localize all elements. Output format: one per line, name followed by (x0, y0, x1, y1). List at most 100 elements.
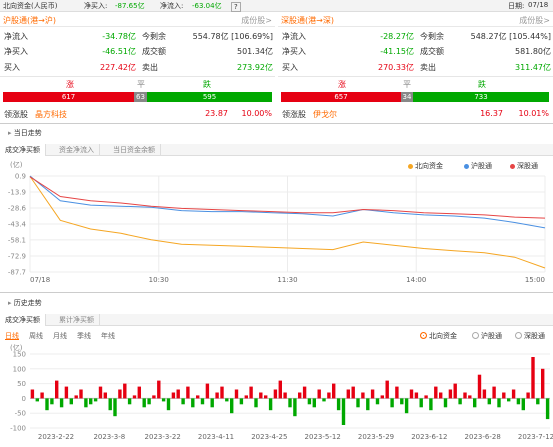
bar (536, 398, 540, 405)
sh-leader-name[interactable]: 晶方科技 (35, 109, 67, 120)
bar (30, 389, 35, 399)
legend-dot-icon (464, 163, 469, 169)
bar (332, 383, 336, 399)
x-tick-label: 2023-3-22 (145, 433, 181, 441)
x-tick-label: 10:30 (149, 276, 169, 284)
y-tick-label: -100 (10, 425, 26, 433)
bar (322, 398, 326, 402)
bar (278, 380, 282, 399)
bar (327, 392, 331, 399)
sh-sell-label: 卖出 (142, 63, 158, 72)
tab-history-cumulative[interactable]: 累计净买额 (54, 314, 100, 326)
sz-leader-pct: 10.01% (518, 109, 549, 118)
bar (477, 374, 482, 399)
sh-down-label: 跌 (203, 80, 211, 89)
bar (463, 392, 467, 399)
bar (89, 398, 93, 405)
period-weekly[interactable]: 周线 (29, 331, 43, 341)
history-tabs: 成交净买额 累计净买额 (0, 314, 553, 326)
bar (395, 386, 399, 399)
bar (186, 386, 190, 399)
sz-constituents-link[interactable]: 成份股> (519, 15, 550, 26)
sh-panel-title[interactable]: 沪股通(港→沪) (3, 15, 56, 26)
option-sh[interactable]: 沪股通 (472, 331, 502, 341)
intraday-tabs: 成交净买额 资金净流入 当日资金余额 (0, 144, 553, 156)
period-daily[interactable]: 日线 (5, 331, 19, 341)
bar (84, 398, 88, 408)
bar (298, 392, 302, 399)
sz-panel-title[interactable]: 深股通(港→深) (281, 15, 334, 26)
x-tick-label: 11:30 (277, 276, 297, 284)
bar (55, 380, 59, 399)
sz-remaining-value: 548.27亿 [105.44%] (470, 32, 551, 41)
x-tick-label: 2023-4-25 (251, 433, 287, 441)
bar (516, 398, 521, 405)
x-tick-label: 2023-6-28 (465, 433, 501, 441)
bar (434, 386, 438, 399)
period-yearly[interactable]: 年线 (101, 331, 115, 341)
bar (132, 395, 137, 399)
y-tick-label: -13.9 (8, 189, 26, 197)
period-monthly[interactable]: 月线 (53, 331, 67, 341)
sz-down-bar: 733 (413, 92, 549, 102)
bar (526, 392, 530, 399)
bar (453, 383, 457, 399)
option-north[interactable]: 北向资金 (420, 331, 457, 341)
sh-flat-label: 平 (137, 80, 145, 89)
sh-remaining-value: 554.78亿 [106.69%] (192, 32, 273, 41)
bar (302, 386, 307, 399)
period-quarterly[interactable]: 季线 (77, 331, 91, 341)
tab-balance[interactable]: 当日资金余额 (108, 144, 161, 156)
sz-up-label: 涨 (338, 80, 346, 89)
sh-sell-value: 273.92亿 (237, 63, 273, 72)
tab-net-buy[interactable]: 成交净买额 (0, 144, 46, 156)
bar (380, 395, 384, 399)
bar (288, 398, 292, 408)
bar (137, 386, 141, 399)
bar (79, 389, 83, 399)
tab-history-net-buy[interactable]: 成交净买额 (0, 314, 46, 326)
bar (50, 398, 54, 405)
bar (409, 389, 414, 399)
sz-leader-label: 领涨股 (282, 110, 306, 119)
radio-selected-icon (420, 332, 427, 339)
sz-sell-label: 卖出 (420, 63, 436, 72)
bar (157, 380, 161, 399)
x-tick-label: 2023-4-11 (198, 433, 234, 441)
bar (254, 398, 258, 408)
sz-panel-header: 深股通(港→深) 成份股> (278, 13, 553, 27)
bar (283, 392, 287, 399)
bar (419, 398, 423, 408)
y-tick-label: -43.4 (8, 221, 27, 229)
bar (273, 389, 278, 399)
bar (220, 386, 224, 399)
y-tick-label: -87.7 (8, 269, 26, 277)
sh-constituents-link[interactable]: 成份股> (241, 15, 272, 26)
bar (351, 386, 355, 399)
sh-buy-label: 买入 (4, 63, 20, 72)
bar (531, 357, 535, 399)
legend-dot-icon (408, 163, 413, 169)
sz-net-inflow-label: 净流入 (282, 32, 306, 41)
sh-leader-price: 23.87 (205, 109, 228, 118)
bar (404, 398, 409, 414)
bar (147, 398, 151, 405)
bar (161, 398, 166, 402)
net-buy-value: -87.65亿 (115, 2, 145, 10)
help-button[interactable]: ? (231, 2, 241, 12)
bar (127, 398, 132, 405)
bar (468, 395, 472, 399)
legend-dot-icon (510, 163, 515, 169)
y-tick-label: -28.6 (8, 204, 27, 212)
bar (341, 398, 346, 425)
x-tick-label: 2023-3-8 (93, 433, 125, 441)
bar (361, 392, 365, 399)
tab-net-inflow[interactable]: 资金净流入 (54, 144, 100, 156)
option-sz[interactable]: 深股通 (515, 331, 545, 341)
sz-leader-name[interactable]: 伊戈尔 (313, 109, 337, 120)
divider (0, 123, 553, 124)
bar (497, 398, 501, 408)
bar (356, 398, 360, 408)
sz-buy-label: 买入 (282, 63, 298, 72)
sz-remaining-label: 今剩余 (420, 32, 444, 41)
